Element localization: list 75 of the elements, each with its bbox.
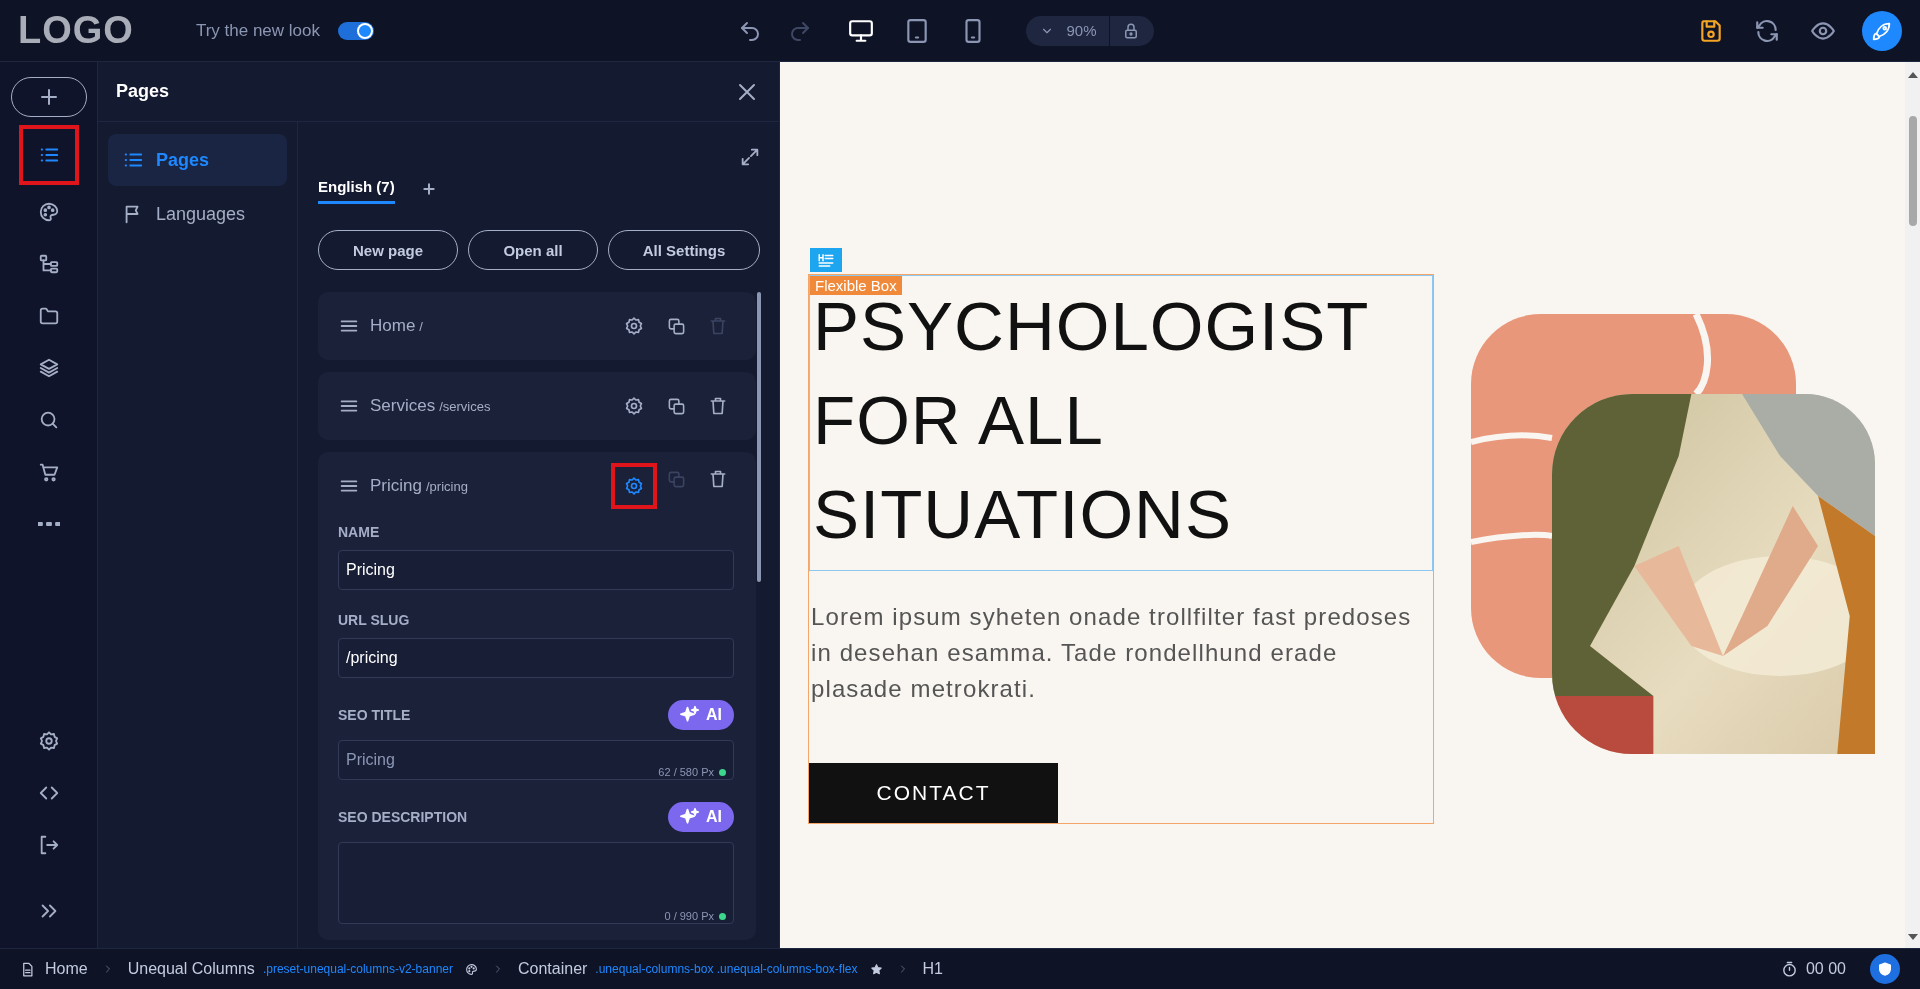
sparkle-icon bbox=[680, 807, 700, 827]
logo: LOGO bbox=[18, 9, 134, 52]
heading-icon bbox=[817, 251, 835, 269]
publish-button[interactable] bbox=[1862, 10, 1902, 51]
trash-icon bbox=[708, 469, 728, 489]
shield-icon bbox=[1877, 961, 1893, 977]
status-dot bbox=[719, 768, 726, 776]
layers-icon bbox=[37, 357, 60, 379]
tree-icon bbox=[37, 253, 60, 275]
nav-item[interactable]: Pages bbox=[108, 134, 287, 186]
page-name: Services bbox=[370, 396, 436, 416]
list-button[interactable] bbox=[20, 127, 77, 183]
page-slug: / bbox=[419, 318, 423, 334]
palette-icon bbox=[465, 962, 478, 976]
sparkle-icon bbox=[680, 705, 700, 725]
copy-icon bbox=[666, 396, 686, 416]
trash-icon bbox=[708, 316, 728, 336]
ai-button[interactable]: AI bbox=[668, 700, 734, 730]
field-label: NAME bbox=[338, 524, 380, 540]
page-name: Pricing bbox=[370, 476, 422, 496]
shield-button[interactable] bbox=[1870, 954, 1900, 984]
page-name: Home bbox=[370, 316, 416, 336]
timer-icon bbox=[1780, 960, 1798, 978]
breadcrumb-item[interactable]: Unequal Columns bbox=[127, 960, 255, 978]
page-slug: /services bbox=[439, 398, 491, 414]
folder-icon bbox=[37, 305, 60, 327]
scrollbar[interactable] bbox=[757, 292, 761, 582]
panel-title: Pages bbox=[116, 81, 170, 102]
character-counter: 62 / 580 Px bbox=[658, 766, 714, 778]
language-tab[interactable]: English (7) bbox=[318, 174, 395, 204]
expand-arrows-icon bbox=[739, 146, 761, 168]
timer-value: 00 00 bbox=[1805, 960, 1846, 978]
save-icon bbox=[1698, 17, 1724, 44]
heading-handle[interactable] bbox=[810, 248, 842, 272]
breadcrumb-item[interactable]: H1 bbox=[922, 960, 943, 978]
breadcrumb-item[interactable]: Home bbox=[20, 960, 88, 978]
hero-text: Lorem ipsum syheten onade trollfilter fast predoses in desehan esamma. Tade rondellhund erade plasade metrokrati. bbox=[810, 602, 1413, 704]
page-icon bbox=[20, 961, 35, 977]
fullscreen-button[interactable] bbox=[739, 146, 761, 168]
breadcrumb-item[interactable]: Container bbox=[518, 960, 588, 978]
settings-icon bbox=[624, 476, 644, 496]
nav-item[interactable]: Languages bbox=[108, 188, 287, 240]
class-names: .preset-unequal-columns-v2-banner bbox=[262, 962, 453, 976]
text-field[interactable]: /pricing bbox=[338, 638, 734, 678]
ai-button[interactable]: AI bbox=[668, 802, 734, 832]
page-settings-button[interactable] bbox=[611, 463, 657, 509]
zoom-control[interactable]: 90% bbox=[1026, 15, 1154, 46]
cart-icon bbox=[37, 461, 60, 483]
trash-icon bbox=[708, 396, 728, 416]
toggle-switch[interactable] bbox=[338, 21, 374, 40]
settings-icon bbox=[624, 396, 644, 416]
field-label: SEO DESCRIPTION bbox=[338, 809, 468, 825]
settings-icon bbox=[624, 316, 644, 336]
element-label: Flexible Box bbox=[810, 276, 902, 295]
contact-button[interactable]: CONTACT bbox=[809, 763, 1058, 823]
field-label: SEO TITLE bbox=[338, 707, 411, 723]
palette-icon bbox=[37, 201, 60, 223]
add-language-button[interactable] bbox=[420, 181, 437, 197]
scrollbar[interactable] bbox=[1905, 62, 1920, 948]
status-dot bbox=[719, 912, 726, 920]
copy-icon bbox=[666, 469, 686, 489]
text-field[interactable]: Pricing bbox=[338, 550, 734, 590]
page-slug: /pricing bbox=[425, 478, 468, 494]
copy-icon bbox=[666, 316, 686, 336]
field-label: URL SLUG bbox=[338, 612, 410, 628]
new-look-label: Try the new look bbox=[195, 20, 320, 41]
zoom-value: 90% bbox=[1066, 22, 1097, 39]
refresh-icon bbox=[1754, 17, 1780, 44]
star-icon bbox=[869, 962, 883, 976]
character-counter: 0 / 990 Px bbox=[664, 910, 714, 922]
settings-icon bbox=[37, 730, 60, 752]
desktop-icon bbox=[848, 17, 875, 44]
class-names: .unequal-columns-box .unequal-columns-box-flex bbox=[595, 962, 858, 976]
more-icon bbox=[37, 522, 60, 526]
plus-icon bbox=[420, 181, 437, 197]
